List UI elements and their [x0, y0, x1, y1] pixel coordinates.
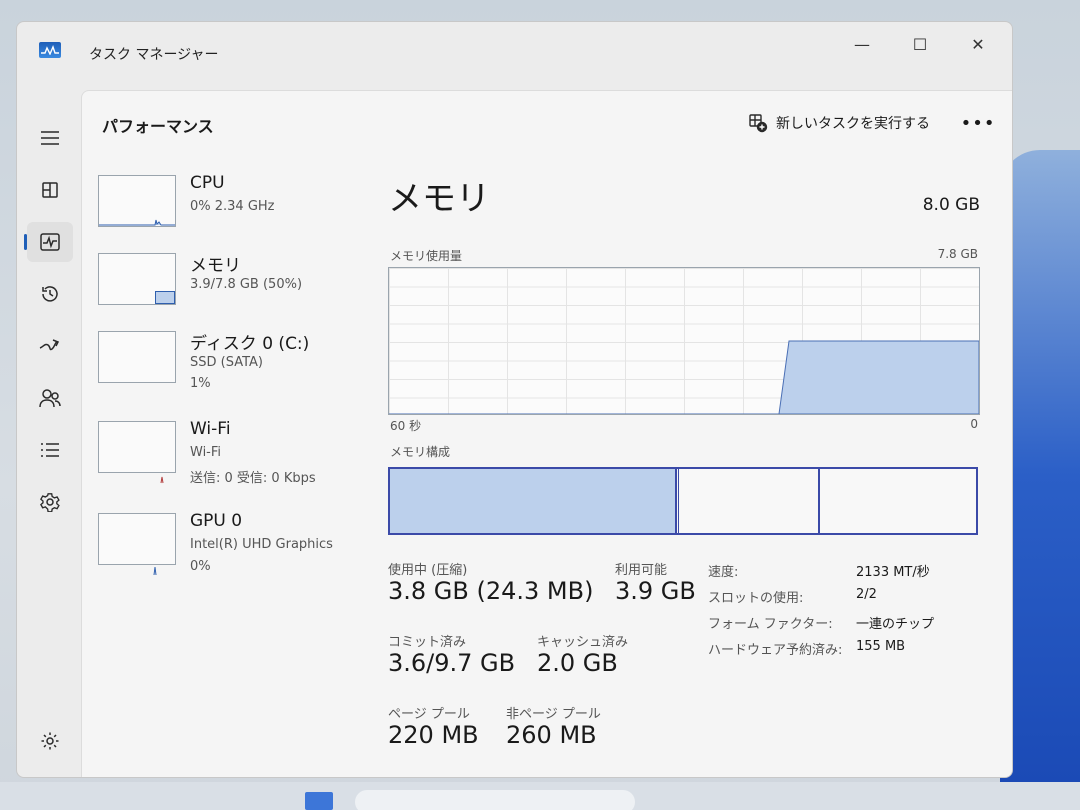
- nav-processes[interactable]: [27, 170, 73, 210]
- more-options-button[interactable]: •••: [961, 109, 995, 137]
- composition-in-use: [390, 469, 677, 533]
- device-summary: 3.9/7.8 GB (50%): [190, 277, 303, 292]
- memory-composition-bar: [388, 467, 978, 535]
- task-manager-window: タスク マネージャー — ☐ ✕ パフォーマンス 新しいタスクを実行する •••…: [16, 21, 1013, 778]
- minimize-icon: —: [854, 34, 870, 54]
- in-use-value: 3.8 GB (24.3 MB): [388, 577, 594, 605]
- device-item-gpu[interactable]: GPU 0 Intel(R) UHD Graphics 0%: [98, 503, 368, 576]
- nav-users[interactable]: [27, 378, 73, 418]
- device-type: SSD (SATA): [190, 355, 263, 370]
- slots-used-value: 2/2: [856, 587, 877, 602]
- device-usage: 1%: [190, 376, 211, 391]
- device-item-cpu[interactable]: CPU 0% 2.34 GHz: [98, 165, 368, 235]
- navigation-rail: [17, 86, 81, 777]
- processes-icon: [42, 182, 58, 198]
- nav-services[interactable]: [27, 482, 73, 522]
- title-bar[interactable]: タスク マネージャー — ☐ ✕: [17, 22, 1012, 86]
- device-thumbnail-memory: [98, 253, 176, 305]
- device-usage: 0%: [190, 559, 211, 574]
- composition-label: メモリ構成: [390, 445, 451, 459]
- settings-gear-icon: [41, 732, 59, 750]
- detail-capacity: 8.0 GB: [922, 195, 980, 215]
- speed-key: 速度:: [708, 565, 739, 580]
- maximize-button[interactable]: ☐: [898, 28, 942, 60]
- nav-app-history[interactable]: [27, 274, 73, 314]
- page-header: パフォーマンス 新しいタスクを実行する •••: [82, 91, 1012, 155]
- startup-apps-icon: [39, 339, 60, 351]
- paged-pool-label: ページ プール: [388, 707, 470, 722]
- nav-startup-apps[interactable]: [27, 326, 73, 366]
- run-new-task-label: 新しいタスクを実行する: [776, 116, 930, 132]
- cached-value: 2.0 GB: [537, 649, 618, 677]
- device-summary: 0% 2.34 GHz: [190, 199, 275, 214]
- device-thumbnail-disk: [98, 331, 176, 383]
- available-label: 利用可能: [615, 563, 668, 578]
- paged-pool-value: 220 MB: [388, 721, 479, 749]
- memory-detail: メモリ 8.0 GB メモリ使用量 7.8 GB 60 秒 0 メモリ構成 使用…: [388, 165, 988, 777]
- maximize-icon: ☐: [912, 34, 928, 54]
- committed-label: コミット済み: [388, 635, 467, 650]
- device-item-wifi[interactable]: Wi-Fi Wi-Fi 送信: 0 受信: 0 Kbps: [98, 411, 368, 486]
- nav-hamburger-menu[interactable]: [27, 118, 73, 158]
- device-thumbnail-cpu: [98, 175, 176, 227]
- graph-axis-right: 0: [970, 417, 978, 431]
- taskbar: [0, 782, 1080, 810]
- form-factor-value: 一連のチップ: [856, 617, 935, 632]
- memory-usage-area: [389, 340, 979, 414]
- usage-graph-label: メモリ使用量: [390, 249, 463, 263]
- window-title: タスク マネージャー: [89, 47, 219, 63]
- committed-value: 3.6/9.7 GB: [388, 649, 516, 677]
- services-icon: [40, 493, 60, 512]
- composition-free: [820, 469, 976, 533]
- device-name: CPU: [190, 173, 225, 193]
- nav-settings[interactable]: [27, 721, 73, 761]
- users-icon: [39, 389, 61, 408]
- details-icon: [41, 443, 59, 457]
- memory-thumbnail-fill: [155, 291, 175, 304]
- task-manager-app-icon: [39, 42, 61, 58]
- in-use-label: 使用中 (圧縮): [388, 563, 468, 578]
- cached-label: キャッシュ済み: [537, 635, 629, 650]
- form-factor-key: フォーム ファクター:: [708, 617, 833, 632]
- device-name: ディスク 0 (C:): [190, 334, 310, 354]
- performance-panel: パフォーマンス 新しいタスクを実行する ••• CPU 0% 2.34 GHz …: [81, 90, 1012, 777]
- close-button[interactable]: ✕: [956, 28, 1000, 60]
- slots-used-key: スロットの使用:: [708, 591, 804, 606]
- nonpaged-pool-label: 非ページ プール: [506, 707, 601, 722]
- device-type: Wi-Fi: [190, 445, 222, 460]
- memory-usage-graph-svg: [389, 340, 979, 414]
- device-throughput: 送信: 0 受信: 0 Kbps: [190, 471, 316, 486]
- device-name: メモリ: [190, 256, 241, 276]
- taskbar-search[interactable]: [355, 790, 635, 810]
- detail-title: メモリ: [388, 179, 490, 219]
- composition-standby: [679, 469, 820, 533]
- device-name: Wi-Fi: [190, 419, 231, 439]
- performance-icon: [40, 233, 60, 251]
- nav-details[interactable]: [27, 430, 73, 470]
- new-task-icon: [749, 114, 768, 133]
- graph-axis-left: 60 秒: [390, 419, 422, 433]
- run-new-task-button[interactable]: 新しいタスクを実行する: [748, 111, 930, 135]
- device-thumbnail-wifi: [98, 421, 176, 484]
- hardware-reserved-value: 155 MB: [856, 639, 906, 654]
- memory-usage-graph: [388, 267, 980, 415]
- speed-value: 2133 MT/秒: [856, 565, 930, 580]
- hardware-reserved-key: ハードウェア予約済み:: [708, 643, 843, 658]
- device-item-disk[interactable]: ディスク 0 (C:) SSD (SATA) 1%: [98, 321, 368, 391]
- device-name: GPU 0: [190, 511, 243, 531]
- usage-graph-max: 7.8 GB: [937, 247, 978, 261]
- start-button[interactable]: [305, 792, 333, 810]
- hamburger-menu-icon: [41, 131, 59, 145]
- page-title: パフォーマンス: [102, 117, 214, 136]
- available-value: 3.9 GB: [615, 577, 696, 605]
- minimize-button[interactable]: —: [840, 28, 884, 60]
- nonpaged-pool-value: 260 MB: [506, 721, 597, 749]
- device-thumbnail-gpu: [98, 513, 176, 576]
- app-history-icon: [42, 286, 58, 302]
- device-item-memory[interactable]: メモリ 3.9/7.8 GB (50%): [98, 243, 368, 313]
- close-icon: ✕: [971, 34, 985, 54]
- nav-performance[interactable]: [24, 222, 73, 262]
- device-model: Intel(R) UHD Graphics: [190, 537, 333, 552]
- more-options-icon: •••: [960, 112, 996, 134]
